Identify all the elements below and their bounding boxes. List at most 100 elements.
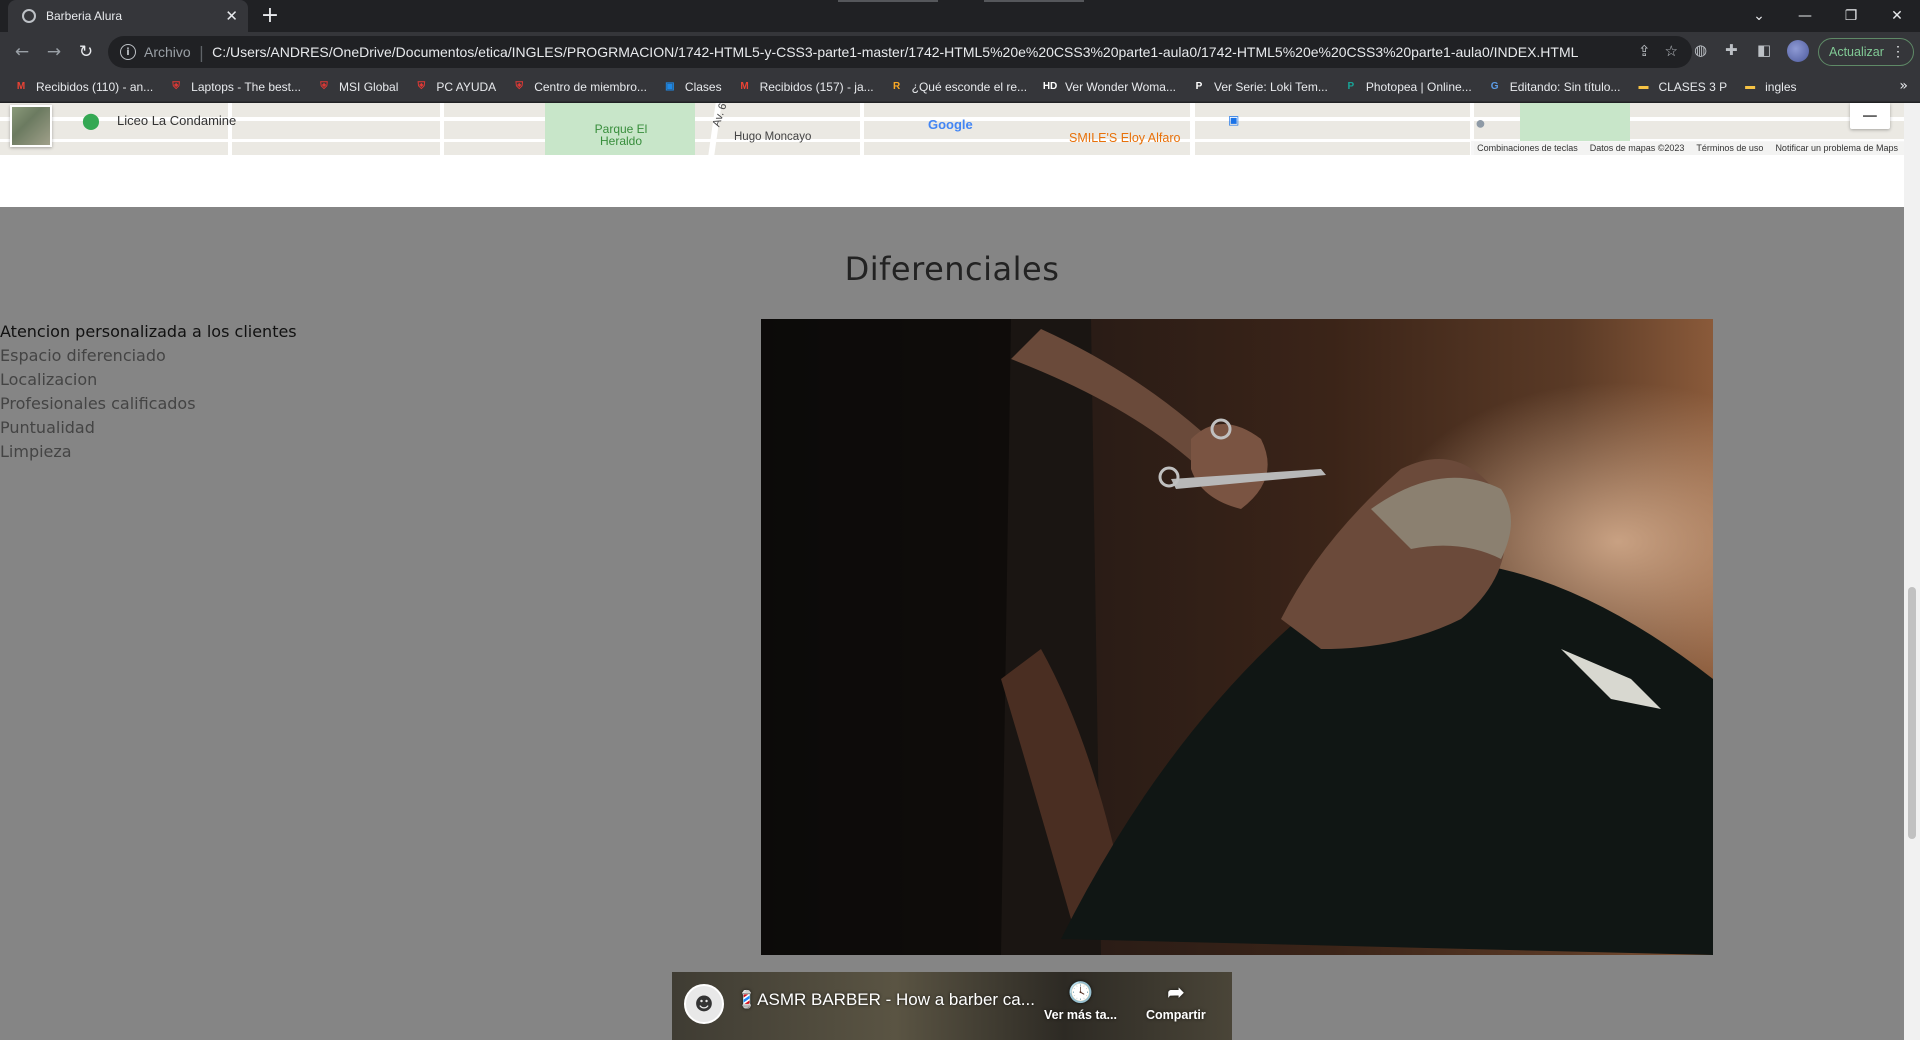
r-icon: R [893,81,901,92]
bookmark-label: CLASES 3 P [1658,79,1728,94]
bookmark-item[interactable]: M Recibidos (157) - ja... [738,80,873,94]
map-pin-icon: ⬤ [82,113,100,130]
msi-shield-icon: ⛨ [172,81,180,92]
list-item: Espacio diferenciado [0,346,166,365]
new-tab-button[interactable]: + [258,4,282,28]
forward-icon[interactable]: → [38,42,70,62]
bookmark-label: Recibidos (110) - an... [36,79,154,94]
side-panel-icon[interactable]: ◧ [1757,41,1771,59]
bookmark-item[interactable]: P Ver Serie: Loki Tem... [1192,80,1328,94]
bookmark-label: Clases [684,79,722,94]
bookmark-label: Ver Serie: Loki Tem... [1213,79,1328,94]
zoom-out-button[interactable]: − [1850,103,1890,129]
globe-icon [22,9,36,23]
info-icon[interactable]: i [120,44,136,60]
barber-photo-graphic [761,319,1713,955]
star-icon[interactable]: ☆ [1665,42,1678,60]
tab-search-icon[interactable]: ⌄ [1736,8,1782,24]
video-title[interactable]: 💈ASMR BARBER - How a barber ca... [736,990,1035,1010]
page-viewport: ⬤ Liceo La Condamine Parque El Heraldo H… [0,103,1904,1040]
bookmark-label: Ver Wonder Woma... [1065,79,1176,94]
barber-photo [761,319,1713,955]
update-button[interactable]: Actualizar ⋮ [1818,38,1914,66]
bookmark-label: Centro de miembro... [534,79,647,94]
report-problem-link[interactable]: Notificar un problema de Maps [1775,143,1898,153]
chevron-double-right-icon[interactable]: » [1899,78,1908,94]
map-footer: Combinaciones de teclas Datos de mapas ©… [1471,141,1904,155]
keyboard-shortcuts-link[interactable]: Combinaciones de teclas [1477,143,1578,153]
gmail-icon: M [740,81,749,92]
update-label: Actualizar [1829,45,1884,59]
share-button[interactable]: ➦ Compartir [1146,982,1206,1022]
bookmark-item[interactable]: G Editando: Sin título... [1488,80,1621,94]
bookmark-item[interactable]: ▬ ingles [1743,80,1796,94]
map-road [228,103,232,155]
scrollbar-thumb[interactable] [1908,587,1916,839]
list-item: Atencion personalizada a los clientes [0,322,297,341]
url-text[interactable]: C:/Users/ANDRES/OneDrive/Documentos/etic… [212,44,1578,60]
watch-later-button[interactable]: 🕓 Ver más ta... [1044,982,1117,1022]
bookmark-item[interactable]: HD Ver Wonder Woma... [1043,80,1176,94]
share-icon[interactable]: ⇪ [1638,42,1651,60]
bookmark-item[interactable]: P Photopea | Online... [1344,80,1471,94]
tab-drag-indicator [984,0,1084,2]
map-label: Parque El Heraldo [594,122,648,148]
browser-toolbar: ← → ↻ i Archivo | C:/Users/ANDRES/OneDri… [0,32,1920,72]
back-icon[interactable]: ← [6,42,38,62]
bookmark-label: Editando: Sin título... [1509,79,1621,94]
bookmark-item[interactable]: ▣ Clases [663,79,722,94]
embedded-map[interactable]: ⬤ Liceo La Condamine Parque El Heraldo H… [0,103,1904,155]
close-icon[interactable]: ✕ [225,8,238,24]
puzzle-icon[interactable]: ✚ [1725,41,1738,59]
scheme-label: Archivo [144,44,191,60]
page-scrollbar[interactable] [1904,103,1920,1040]
share-label: Compartir [1146,1008,1206,1022]
channel-avatar[interactable]: ☻ [684,984,724,1024]
window-controls: ⌄ — ❐ ✕ [1736,0,1920,32]
section-title: Diferenciales [844,250,1060,288]
tab-drag-indicator [838,0,938,2]
tab-active[interactable]: Barberia Alura ✕ [8,0,248,32]
map-road [860,103,864,155]
msi-shield-icon: ⛨ [417,81,426,92]
folder-icon: ▬ [1638,81,1649,92]
tab-title: Barberia Alura [46,9,123,23]
bookmark-label: MSI Global [339,79,399,94]
reload-icon[interactable]: ↻ [70,42,102,62]
satellite-toggle[interactable] [10,105,52,147]
map-section-spacer [0,155,1904,207]
map-road [440,103,444,155]
clock-icon: 🕓 [1068,982,1093,1004]
bookmark-item[interactable]: ▬ CLASES 3 P [1636,80,1727,94]
menu-dots-icon[interactable]: ⋮ [1891,43,1905,60]
share-arrow-icon: ➦ [1167,982,1185,1004]
minimize-button[interactable]: — [1782,8,1828,24]
list-item: Limpieza [0,442,72,461]
bookmark-item[interactable]: M Recibidos (110) - an... [14,80,153,94]
msi-shield-icon: ⛨ [320,81,328,92]
youtube-embed[interactable]: ☻ 💈ASMR BARBER - How a barber ca... 🕓 Ve… [672,972,1232,1040]
restore-button[interactable]: ❐ [1828,8,1874,24]
bookmark-item[interactable]: ⛨ PC AYUDA [414,80,497,94]
close-window-button[interactable]: ✕ [1874,8,1920,24]
photopea-icon: P [1347,81,1355,92]
profile-avatar[interactable] [1787,40,1809,62]
folder-icon: ▬ [1745,81,1756,92]
bookmarks-bar: M Recibidos (110) - an... ⛨ Laptops - The b… [0,72,1920,102]
bookmark-item[interactable]: ⛨ Laptops - The best... [169,80,301,94]
map-data-text: Datos de mapas ©2023 [1589,143,1685,153]
bookmark-item[interactable]: ⛨ Centro de miembro... [512,79,647,94]
differentials-list: Atencion personalizada a los clientes Esp… [0,320,297,464]
map-park [1520,103,1630,141]
map-road [1190,103,1195,155]
bookmark-item[interactable]: ⛨ MSI Global [317,80,398,94]
classroom-icon: ▣ [665,81,675,92]
bookmark-item[interactable]: R ¿Qué esconde el re... [890,80,1027,94]
p-icon: P [1195,81,1203,92]
bookmark-label: ¿Qué esconde el re... [911,79,1028,94]
map-label: SMILE'S Eloy Alfaro [1069,131,1181,145]
extension-icon[interactable]: ◍ [1694,41,1707,59]
list-item: Localizacion [0,370,98,389]
terms-link[interactable]: Términos de uso [1696,143,1763,153]
address-bar[interactable]: i Archivo | C:/Users/ANDRES/OneDrive/Doc… [108,36,1692,68]
